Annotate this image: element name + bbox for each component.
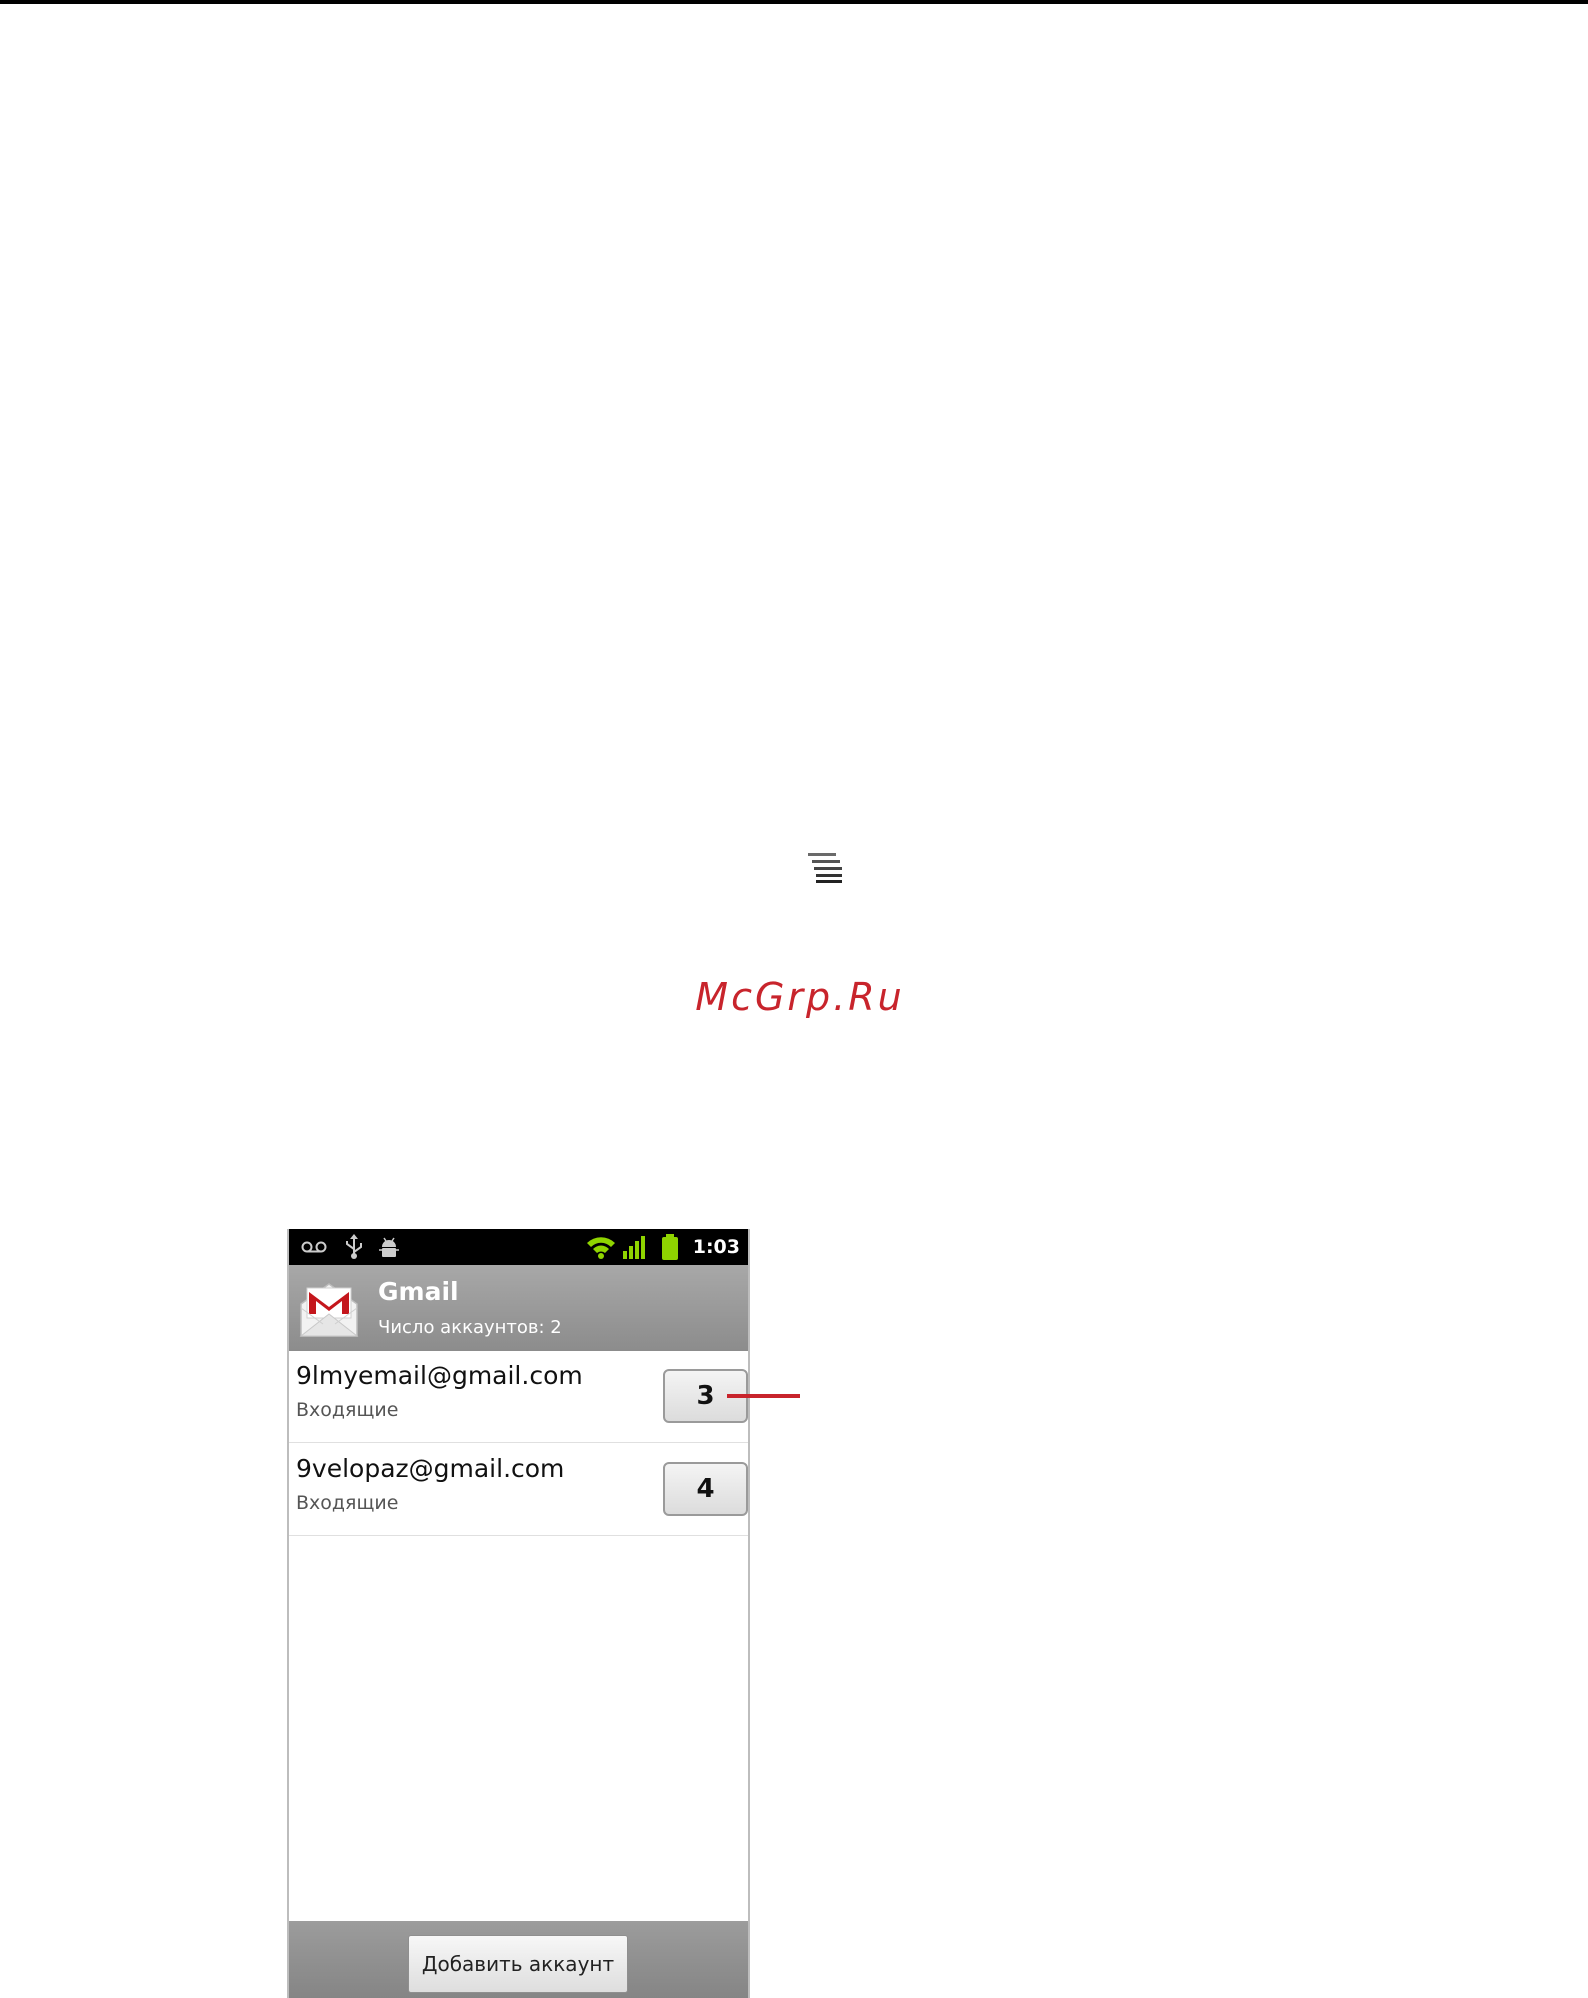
battery-icon	[662, 1234, 678, 1260]
usb-icon	[346, 1234, 362, 1259]
phone-screenshot: 1:03 Gmail Число аккаунтов: 2 9lmyemail@…	[287, 1229, 750, 1998]
add-account-button[interactable]: Добавить аккаунт	[408, 1935, 628, 1993]
account-folder: Входящие	[296, 1399, 399, 1421]
account-row[interactable]: 9velopaz@gmail.com Входящие 4	[289, 1444, 748, 1536]
account-email: 9lmyemail@gmail.com	[296, 1361, 583, 1390]
status-time: 1:03	[692, 1236, 740, 1258]
android-debug-icon	[379, 1237, 399, 1257]
app-title: Gmail	[378, 1277, 459, 1306]
wifi-icon	[587, 1237, 615, 1259]
account-email: 9velopaz@gmail.com	[296, 1454, 565, 1483]
app-header: Gmail Число аккаунтов: 2	[289, 1265, 748, 1351]
unread-count-badge: 4	[663, 1462, 748, 1516]
account-row[interactable]: 9lmyemail@gmail.com Входящие 3	[289, 1351, 748, 1443]
menu-key-icon	[808, 853, 842, 883]
account-folder: Входящие	[296, 1492, 399, 1514]
status-bar: 1:03	[289, 1229, 748, 1265]
account-count-subtitle: Число аккаунтов: 2	[378, 1317, 562, 1338]
top-rule	[0, 0, 1588, 4]
voicemail-icon	[301, 1241, 327, 1253]
watermark: McGrp.Ru	[695, 975, 905, 1019]
gmail-logo-icon	[299, 1283, 359, 1337]
callout-line	[727, 1394, 800, 1398]
signal-icon	[623, 1236, 645, 1259]
bottom-bar: Добавить аккаунт	[289, 1921, 748, 1998]
